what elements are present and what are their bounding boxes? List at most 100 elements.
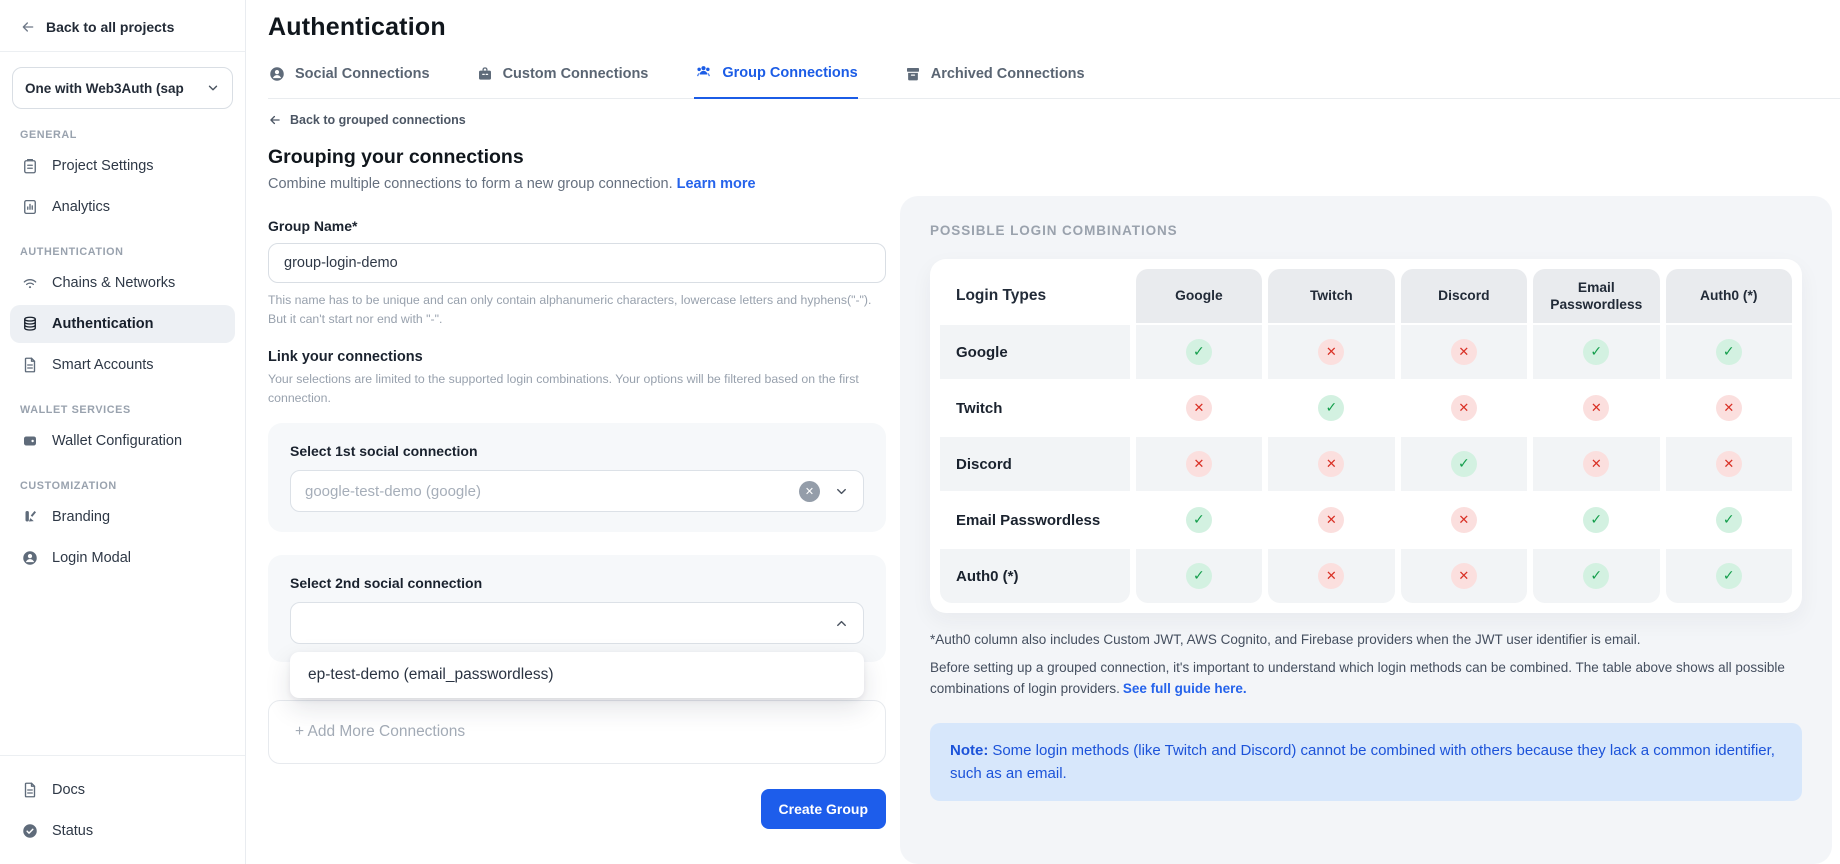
sidebar-item-authentication[interactable]: Authentication — [10, 305, 235, 343]
not-allowed-cell: ✕ — [1666, 437, 1792, 491]
group-name-helper: This name has to be unique and can only … — [268, 291, 886, 329]
see-full-guide-link[interactable]: See full guide here. — [1123, 681, 1247, 696]
project-selector[interactable]: One with Web3Auth (sap — [12, 67, 233, 109]
link-connections-heading: Link your connections — [268, 349, 886, 365]
add-more-connections-button[interactable]: + Add More Connections — [295, 723, 465, 741]
wifi-icon — [21, 274, 39, 292]
row-label: Auth0 (*) — [940, 549, 1130, 603]
tab-group-connections[interactable]: Group Connections — [694, 63, 857, 99]
allowed-cell: ✓ — [1533, 325, 1659, 379]
group-name-input[interactable] — [268, 243, 886, 283]
check-icon: ✓ — [1716, 507, 1742, 533]
check-icon: ✓ — [1186, 563, 1212, 589]
sidebar-item-status[interactable]: Status — [10, 812, 235, 850]
chevron-down-icon[interactable] — [834, 484, 849, 499]
not-allowed-cell: ✕ — [1401, 325, 1527, 379]
sidebar-item-wallet-configuration[interactable]: Wallet Configuration — [10, 422, 235, 460]
dropdown-option-ep-test-demo[interactable]: ep-test-demo (email_passwordless) — [290, 652, 864, 698]
file-icon — [21, 781, 39, 799]
note-text: Some login methods (like Twitch and Disc… — [950, 742, 1775, 782]
arrow-left-icon — [20, 19, 36, 35]
project-selector-value: One with Web3Auth (sap — [25, 81, 184, 96]
brush-icon — [21, 508, 39, 526]
briefcase-icon — [476, 65, 494, 83]
allowed-cell: ✓ — [1533, 493, 1659, 547]
learn-more-link[interactable]: Learn more — [677, 176, 756, 192]
back-to-projects-label: Back to all projects — [46, 19, 174, 35]
row-label: Twitch — [940, 381, 1130, 435]
create-group-button[interactable]: Create Group — [761, 789, 886, 829]
chevron-down-icon — [206, 81, 220, 95]
not-allowed-cell: ✕ — [1268, 549, 1394, 603]
cross-icon: ✕ — [1451, 395, 1477, 421]
sidebar-item-label: Analytics — [52, 199, 110, 215]
select-second-connection[interactable] — [290, 602, 864, 644]
link-connections-helper: Your selections are limited to the suppo… — [268, 370, 886, 408]
row-label: Discord — [940, 437, 1130, 491]
sidebar-item-label: Authentication — [52, 316, 154, 332]
app-window: Back to all projects One with Web3Auth (… — [0, 0, 1840, 864]
connection-dropdown: ep-test-demo (email_passwordless) — [290, 652, 864, 698]
sidebar-item-label: Status — [52, 823, 93, 839]
tab-custom-connections[interactable]: Custom Connections — [476, 63, 649, 99]
clear-selection-icon[interactable]: ✕ — [799, 481, 820, 502]
sidebar-section-general: GENERAL — [20, 129, 225, 141]
cross-icon: ✕ — [1451, 563, 1477, 589]
check-icon: ✓ — [1583, 563, 1609, 589]
cross-icon: ✕ — [1318, 507, 1344, 533]
cross-icon: ✕ — [1186, 395, 1212, 421]
tab-archived-connections[interactable]: Archived Connections — [904, 63, 1085, 99]
allowed-cell: ✓ — [1666, 493, 1792, 547]
not-allowed-cell: ✕ — [1401, 493, 1527, 547]
auth0-footnote: *Auth0 column also includes Custom JWT, … — [930, 632, 1802, 647]
sidebar-footer: Docs Status — [0, 755, 245, 864]
select-first-connection[interactable]: google-test-demo (google) ✕ — [290, 470, 864, 512]
back-to-grouped-connections-link[interactable]: Back to grouped connections — [268, 113, 886, 127]
check-icon: ✓ — [1716, 563, 1742, 589]
sidebar-item-chains-networks[interactable]: Chains & Networks — [10, 264, 235, 302]
tab-social-connections[interactable]: Social Connections — [268, 63, 430, 99]
not-allowed-cell: ✕ — [1136, 381, 1262, 435]
allowed-cell: ✓ — [1136, 549, 1262, 603]
sidebar-item-label: Project Settings — [52, 158, 154, 174]
content-area: Back to grouped connections Grouping you… — [268, 99, 1840, 864]
user-circle-icon — [21, 549, 39, 567]
form-subtitle: Combine multiple connections to form a n… — [268, 176, 886, 192]
not-allowed-cell: ✕ — [1268, 437, 1394, 491]
second-connection-card: Select 2nd social connection — [268, 555, 886, 662]
not-allowed-cell: ✕ — [1533, 381, 1659, 435]
sidebar-item-login-modal[interactable]: Login Modal — [10, 539, 235, 577]
sidebar-item-label: Chains & Networks — [52, 275, 175, 291]
column-header: Twitch — [1268, 269, 1394, 323]
sidebar-item-analytics[interactable]: Analytics — [10, 188, 235, 226]
panel-title: POSSIBLE LOGIN COMBINATIONS — [930, 223, 1802, 238]
sidebar-section-wallet-services: WALLET SERVICES — [20, 404, 225, 416]
chevron-up-icon[interactable] — [834, 616, 849, 631]
note-label: Note: — [950, 742, 988, 759]
check-icon: ✓ — [1716, 339, 1742, 365]
guide-footnote-text: Before setting up a grouped connection, … — [930, 660, 1785, 696]
check-icon: ✓ — [1583, 339, 1609, 365]
back-to-projects-link[interactable]: Back to all projects — [0, 0, 245, 51]
allowed-cell: ✓ — [1533, 549, 1659, 603]
users-icon — [694, 63, 713, 82]
sidebar-item-label: Wallet Configuration — [52, 433, 182, 449]
select-first-value: google-test-demo (google) — [305, 483, 481, 500]
column-header: Email Passwordless — [1533, 269, 1659, 323]
back-link-label: Back to grouped connections — [290, 113, 466, 127]
check-circle-icon — [21, 822, 39, 840]
user-circle-icon — [268, 65, 286, 83]
sidebar-item-branding[interactable]: Branding — [10, 498, 235, 536]
clipboard-icon — [21, 157, 39, 175]
combinations-table: Login TypesGoogleTwitchDiscordEmail Pass… — [940, 269, 1792, 603]
allowed-cell: ✓ — [1268, 381, 1394, 435]
cross-icon: ✕ — [1716, 395, 1742, 421]
sidebar-item-docs[interactable]: Docs — [10, 771, 235, 809]
tab-label: Custom Connections — [503, 66, 649, 82]
row-label: Google — [940, 325, 1130, 379]
sidebar-item-smart-accounts[interactable]: Smart Accounts — [10, 346, 235, 384]
archive-icon — [904, 65, 922, 83]
cross-icon: ✕ — [1583, 451, 1609, 477]
column-header-login-types: Login Types — [940, 269, 1130, 323]
sidebar-item-project-settings[interactable]: Project Settings — [10, 147, 235, 185]
